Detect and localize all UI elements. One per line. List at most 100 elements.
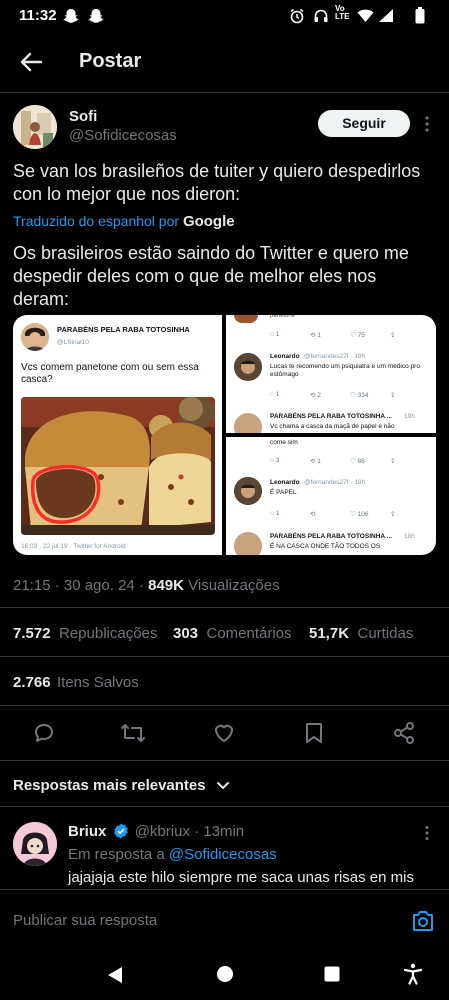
chevron-down-icon <box>217 781 230 790</box>
embedded-avatar <box>234 477 262 505</box>
system-home-button[interactable] <box>216 965 234 983</box>
google-logo: Google <box>182 213 235 230</box>
embedded-author-name: Leonardo <box>270 479 300 486</box>
reply-more-options-button[interactable] <box>424 825 430 841</box>
reply-context-prefix: Em resposta a <box>68 846 165 863</box>
back-arrow-icon <box>20 52 42 72</box>
comments-stat[interactable]: 303 Comentários <box>173 625 292 643</box>
likes-stat[interactable]: 51,7K Curtidas <box>309 625 413 643</box>
camera-icon <box>413 911 433 931</box>
embedded-author-meta: 19h <box>404 413 415 420</box>
share-button[interactable] <box>392 721 416 745</box>
embedded-avatar <box>234 413 262 433</box>
panettone-photo <box>21 397 215 535</box>
reposts-count: 7.572 <box>13 625 51 642</box>
comments-label: Comentários <box>206 625 292 642</box>
system-nav-bar <box>0 952 449 1000</box>
circle-home-icon <box>217 966 233 982</box>
system-recents-button[interactable] <box>324 966 340 982</box>
reply-composer[interactable]: Publicar sua resposta <box>0 889 449 952</box>
alarm-icon <box>289 8 305 24</box>
media-image-3[interactable]: come sim ○ 3 ⟲ 1 ♡ 86 ⇪ Leonardo @fernan… <box>226 437 436 555</box>
translation-attribution[interactable]: Traduzido do espanhol por Google <box>13 213 235 230</box>
saves-count: 2.766 <box>13 674 51 691</box>
battery-icon <box>415 7 425 24</box>
reply-header: Briux @kbriux · 13min <box>68 823 244 840</box>
embedded-author-meta: @fernandes27f · 19h <box>304 479 366 486</box>
repost-icon <box>121 724 145 742</box>
bookmark-icon <box>306 723 322 743</box>
reply-author-name[interactable]: Briux <box>68 823 106 840</box>
likes-label: Curtidas <box>357 625 414 642</box>
embedded-author-name: PARABÉNS PELA RABA TOTOSINHA <box>57 325 190 334</box>
triangle-back-icon <box>108 967 122 983</box>
embedded-snippet: panetone <box>270 315 296 319</box>
embedded-reply-text: É NA CASCA ONDE TÃO TODOS OS <box>270 543 381 550</box>
embedded-reply-text: Lucas te recomendo um psiquiatra e um me… <box>270 363 420 378</box>
heart-icon <box>215 724 233 742</box>
saves-stat[interactable]: 2.766 Itens Salvos <box>13 674 139 692</box>
views-label: Visualizações <box>188 577 280 594</box>
reposts-stat[interactable]: 7.572 Republicações <box>13 625 157 643</box>
embedded-avatar <box>21 323 49 351</box>
saves-label: Itens Salvos <box>57 674 139 691</box>
square-recents-icon <box>324 966 340 982</box>
accessibility-button[interactable] <box>403 963 423 985</box>
tweet-original-text: Se van los brasileños de tuiter y quiero… <box>13 161 421 204</box>
system-back-button[interactable] <box>106 965 124 985</box>
embedded-action-row: ○ 1 ⟲ ♡ 106 ⇪ <box>270 510 396 518</box>
author-handle[interactable]: @Sofidicecosas <box>69 127 177 144</box>
embedded-author-name: PARABÉNS PELA RABA TOTOSINHA ... <box>270 533 393 540</box>
reply-button[interactable] <box>32 721 56 745</box>
reposts-label: Republicações <box>59 625 158 642</box>
likes-count: 51,7K <box>309 625 350 642</box>
status-time: 11:32 <box>19 7 57 24</box>
bookmark-button[interactable] <box>303 721 325 745</box>
replies-sort-dropdown[interactable]: Respostas mais relevantes <box>13 777 230 795</box>
media-image-1[interactable]: PARABÉNS PELA RABA TOTOSINHA @LSinal10 V… <box>13 315 222 555</box>
embedded-action-row: ○ 1 ⟲ 2 ♡ 334 ⇪ <box>270 391 396 399</box>
page-title: Postar <box>79 50 142 72</box>
reply-input[interactable]: Publicar sua resposta <box>13 912 157 929</box>
verified-badge-icon <box>113 823 128 839</box>
accessibility-icon <box>403 963 423 985</box>
repost-button[interactable] <box>120 721 146 745</box>
embedded-author-name: Leonardo <box>270 353 300 360</box>
author-name[interactable]: Sofi <box>69 108 97 125</box>
reply-author-avatar[interactable] <box>13 822 57 866</box>
status-bar: 11:32 Vo LTE <box>0 0 449 32</box>
actions-divider <box>0 760 449 761</box>
share-icon <box>394 722 414 744</box>
comments-count: 303 <box>173 625 199 642</box>
more-options-button[interactable] <box>424 115 430 133</box>
add-media-button[interactable] <box>411 910 435 932</box>
snapchat-icon <box>63 8 79 24</box>
embedded-avatar <box>234 315 258 323</box>
embedded-tweet-text: Vcs comem panetone com ou sem essa casca… <box>21 362 199 385</box>
tweet-translated-text: Os brasileiros estão saindo do Twitter e… <box>13 243 409 309</box>
media-image-2[interactable]: panetone ○ 1 ⟲ 1 ♡ 75 ⇪ Leonardo @fernan… <box>226 315 436 433</box>
saves-divider <box>0 705 449 706</box>
meta-divider <box>0 607 449 608</box>
more-vertical-icon <box>425 826 429 840</box>
tweet-media-grid[interactable]: PARABÉNS PELA RABA TOTOSINHA @LSinal10 V… <box>13 315 436 555</box>
wifi-icon <box>357 8 374 23</box>
translation-label: Traduzido do espanhol por <box>13 213 180 229</box>
embedded-avatar <box>234 353 262 381</box>
views-count: 849K <box>148 577 184 594</box>
signal-icon <box>378 8 394 23</box>
replies-divider <box>0 806 449 807</box>
reply-context: Em resposta a @Sofidicecosas <box>68 846 277 863</box>
reply-text: jajajaja este hilo siempre me saca unas … <box>68 869 414 886</box>
reply-context-handle[interactable]: @Sofidicecosas <box>169 846 277 863</box>
reply-icon <box>35 724 53 742</box>
follow-button[interactable]: Seguir <box>318 110 410 137</box>
embedded-author-name: PARABÉNS PELA RABA TOTOSINHA ... <box>270 413 393 420</box>
embedded-reply-text: Vc chama a casca da maçã de papel e não <box>270 423 395 430</box>
back-button[interactable] <box>20 52 42 72</box>
author-avatar[interactable] <box>13 105 57 149</box>
like-button[interactable] <box>212 721 236 745</box>
replies-sort-label: Respostas mais relevantes <box>13 777 206 794</box>
tweet-meta: 21:15 · 30 ago. 24 · 849K Visualizações <box>13 577 280 594</box>
reply-author-handle[interactable]: @kbriux <box>135 823 190 840</box>
